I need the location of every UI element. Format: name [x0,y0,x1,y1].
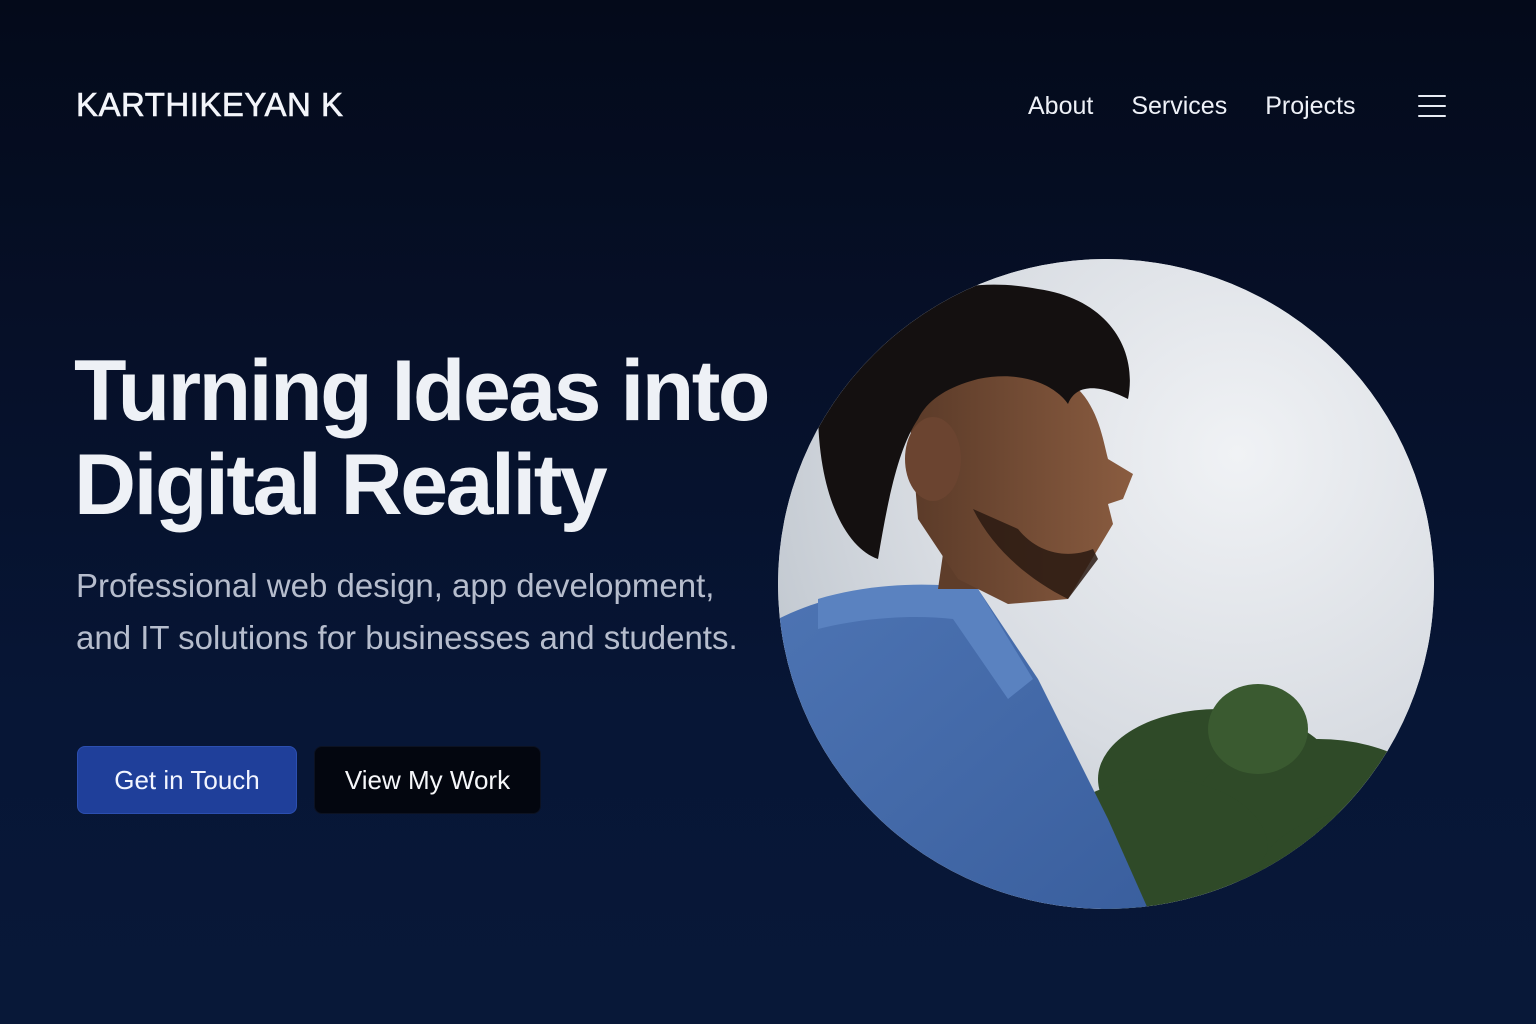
ear [905,417,961,501]
nav-link-services[interactable]: Services [1131,88,1227,124]
nav-link-projects[interactable]: Projects [1265,88,1355,124]
hero-headline-line2: Digital Reality [74,437,608,533]
brand-logo[interactable]: KARTHIKEYAN K [76,86,344,124]
hamburger-menu-icon[interactable] [1417,88,1446,124]
get-in-touch-button[interactable]: Get in Touch [77,746,297,814]
view-my-work-button[interactable]: View My Work [314,746,541,814]
hero-subtitle: Professional web design, app development… [76,567,738,656]
hero-headline-line1: Turning Ideas into [74,343,770,439]
hero-headline: Turning Ideas into Digital Reality [74,343,770,533]
profile-illustration [778,259,1434,909]
menu-bar [1417,105,1446,107]
hero-actions: Get in Touch View My Work [77,746,541,814]
profile-photo [778,259,1434,909]
menu-bar [1417,115,1446,117]
main-nav: About Services Projects [1028,88,1446,124]
menu-bar [1417,95,1446,97]
nav-link-about[interactable]: About [1028,88,1093,124]
